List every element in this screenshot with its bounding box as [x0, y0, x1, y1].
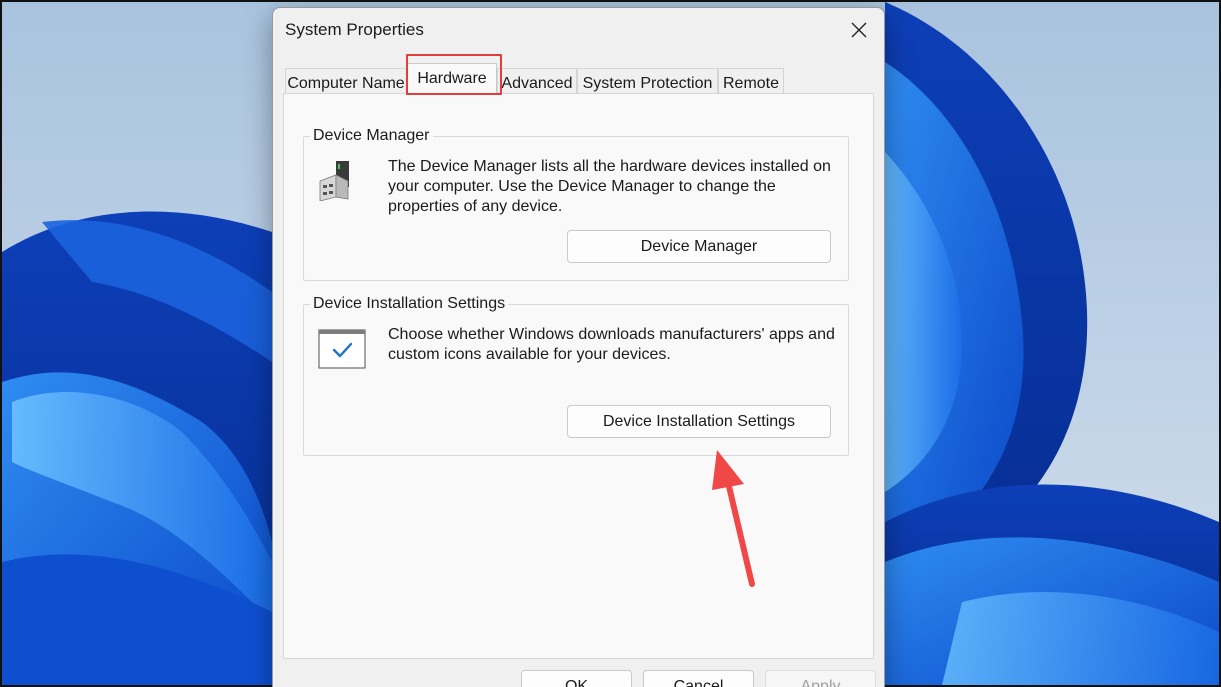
- close-icon: [851, 22, 867, 38]
- device-installation-group-label: Device Installation Settings: [310, 295, 509, 313]
- dialog-title: System Properties: [285, 20, 424, 39]
- tab-hardware[interactable]: Hardware: [407, 63, 497, 95]
- apply-button[interactable]: Apply: [765, 670, 876, 687]
- tab-strip: Computer Name Hardware Advanced System P…: [285, 63, 875, 95]
- annotation-arrow-icon: [712, 450, 755, 587]
- ok-button[interactable]: OK: [521, 670, 632, 687]
- cancel-button[interactable]: Cancel: [643, 670, 754, 687]
- close-button[interactable]: [834, 8, 884, 52]
- device-installation-description: Choose whether Windows downloads manufac…: [388, 326, 835, 363]
- hardware-tab-panel: Device Manager The Device Manager lists …: [283, 93, 874, 659]
- tab-system-protection[interactable]: System Protection: [577, 68, 718, 94]
- device-manager-description: The Device Manager lists all the hardwar…: [388, 158, 831, 215]
- tab-advanced[interactable]: Advanced: [497, 68, 577, 94]
- tab-computer-name[interactable]: Computer Name: [285, 68, 407, 94]
- device-manager-group-label: Device Manager: [310, 127, 433, 145]
- device-installation-settings-group: Device Installation Settings Choose whet…: [303, 295, 849, 456]
- system-properties-dialog: System Properties Computer Name Hardware…: [272, 7, 885, 687]
- title-bar[interactable]: System Properties: [273, 8, 884, 52]
- device-installation-settings-button[interactable]: Device Installation Settings: [567, 405, 831, 438]
- device-manager-button[interactable]: Device Manager: [567, 230, 831, 263]
- checkbox-window-icon: [318, 329, 366, 369]
- tab-remote[interactable]: Remote: [718, 68, 784, 94]
- device-manager-icon: [319, 161, 349, 201]
- device-manager-group: Device Manager The Device Manager lists …: [303, 127, 849, 281]
